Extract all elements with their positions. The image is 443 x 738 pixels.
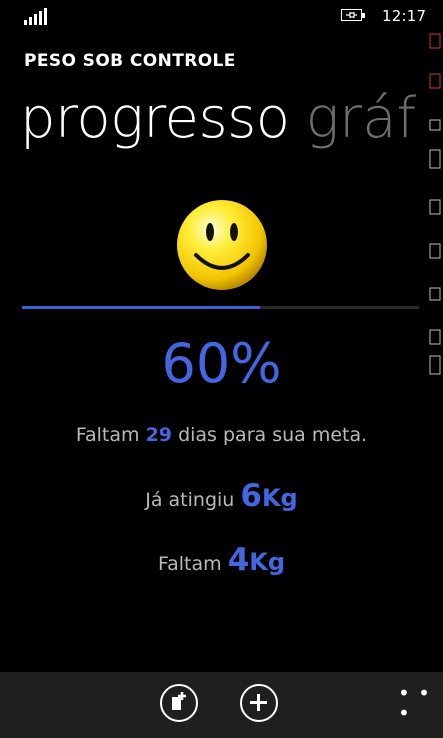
reached-unit: Kg — [261, 484, 298, 512]
remaining-number: 4 — [227, 542, 250, 578]
pivot-strip: progresso gráf — [20, 86, 416, 156]
pivot-header: progresso gráf — [0, 80, 418, 165]
progress-percent: 60% — [161, 332, 282, 395]
remaining-prefix: Faltam — [157, 553, 228, 575]
add-button[interactable] — [240, 684, 278, 722]
status-bar: 12:17 — [0, 0, 443, 32]
more-options-button[interactable]: • • • — [398, 683, 443, 723]
remaining-value: 4Kg — [228, 542, 285, 578]
new-entry-button[interactable] — [160, 684, 198, 722]
reached-prefix: Já atingiu — [145, 489, 241, 511]
days-prefix: Faltam — [75, 424, 146, 446]
progress-bar — [22, 306, 419, 309]
days-suffix: dias para sua meta. — [172, 424, 368, 446]
battery-charging-icon — [341, 9, 367, 23]
app-bar — [0, 672, 443, 738]
smiley-face-icon — [177, 200, 267, 290]
reached-number: 6 — [240, 478, 262, 514]
reached-value: 6Kg — [240, 478, 297, 514]
days-count: 29 — [145, 424, 173, 446]
remaining-unit: Kg — [249, 548, 286, 576]
progress-bar-fill — [22, 306, 261, 309]
days-remaining-text: Faltam 29 dias para sua meta. — [0, 424, 443, 446]
app-title: PESO SOB CONTROLE — [24, 51, 236, 71]
pivot-tab-graficos[interactable]: gráf — [306, 86, 417, 151]
clock: 12:17 — [382, 7, 427, 25]
new-entry-icon — [172, 692, 186, 710]
add-icon — [250, 694, 267, 711]
weight-reached-text: Já atingiu 6Kg — [0, 478, 443, 514]
signal-strength-icon — [24, 7, 50, 25]
pivot-tab-progresso[interactable]: progresso — [20, 86, 290, 151]
app-screen: 12:17 PESO SOB CONTROLE progresso gráf 6… — [0, 0, 443, 738]
weight-remaining-text: Faltam 4Kg — [0, 542, 443, 578]
